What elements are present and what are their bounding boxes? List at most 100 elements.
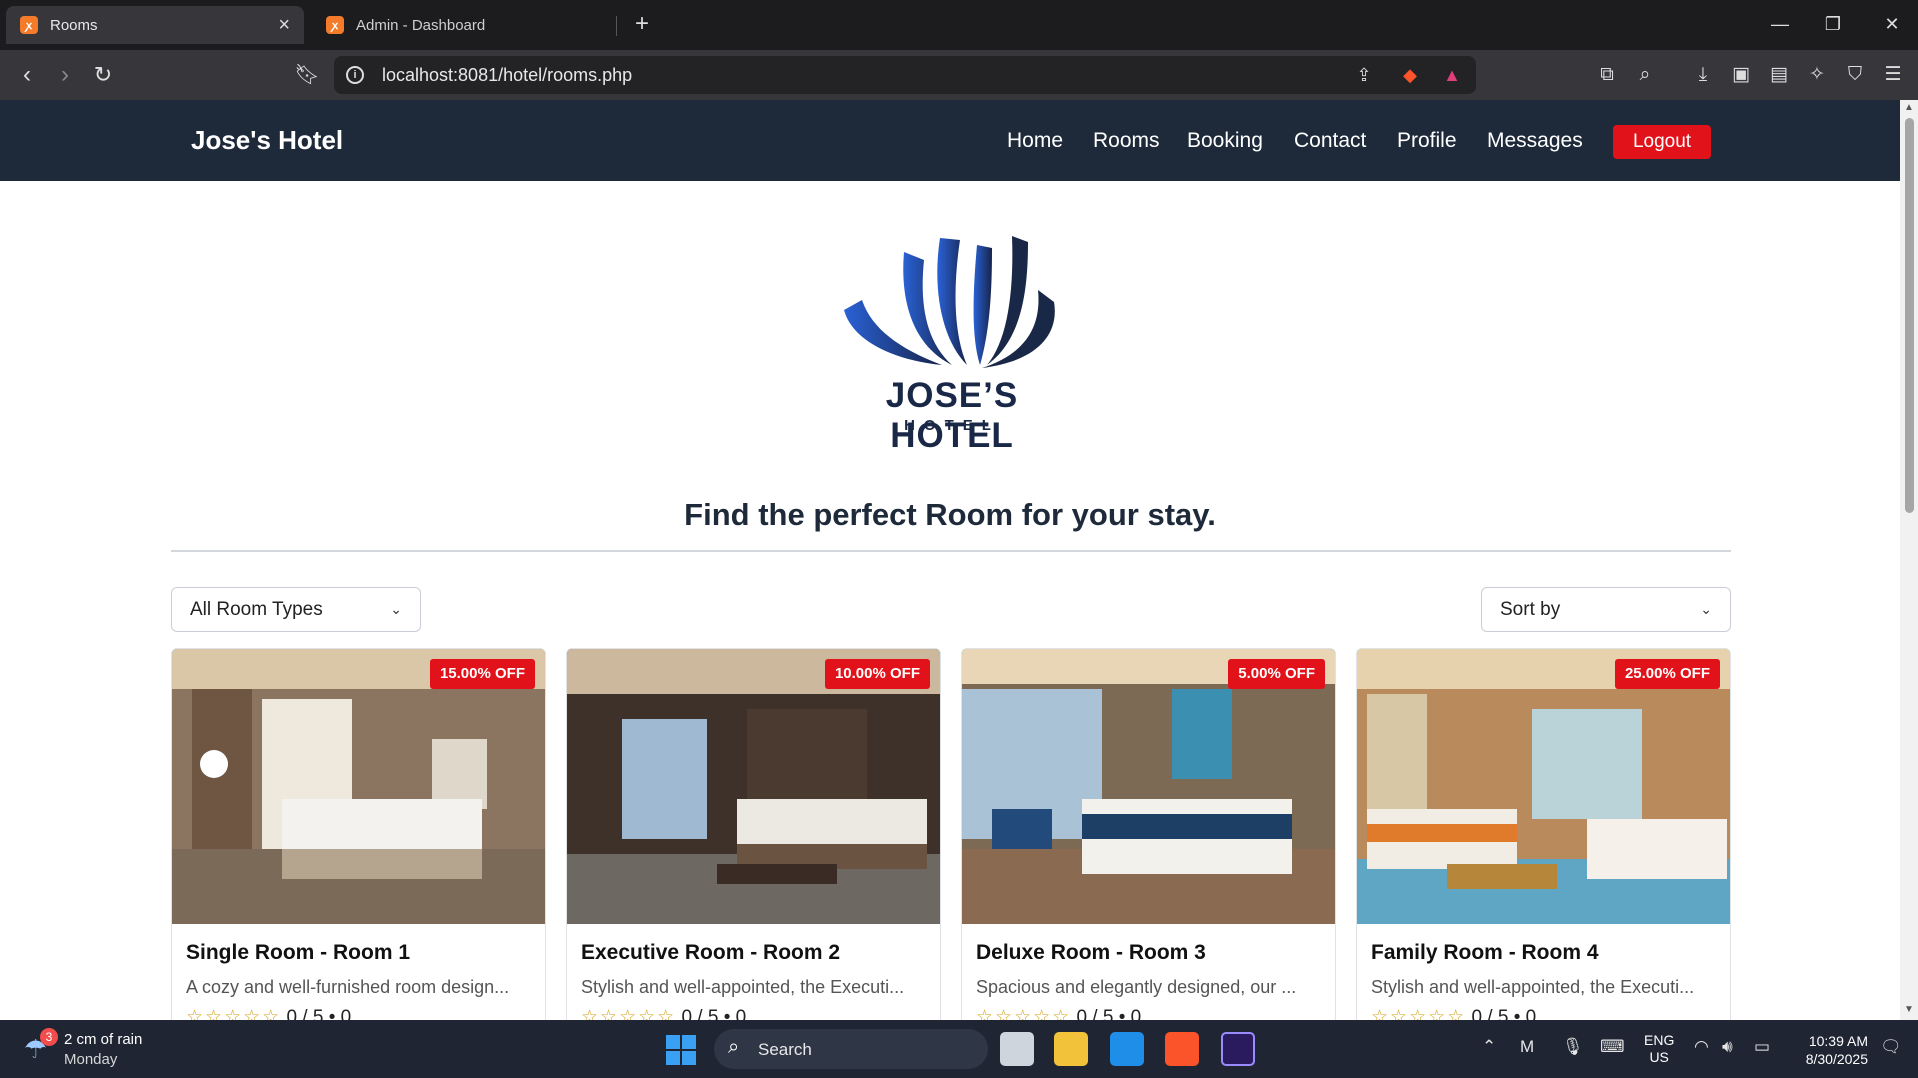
keyboard-icon[interactable]: ⌨ <box>1600 1037 1625 1057</box>
room-card[interactable]: 25.00% OFF Family Room - Room 4 Stylish … <box>1356 648 1731 1020</box>
taskbar-search[interactable]: ⌕ Search <box>714 1029 988 1069</box>
tab-admin-dashboard[interactable]: ꭗ Admin - Dashboard <box>312 6 616 44</box>
notification-icon[interactable]: 🗨︎ <box>1880 1037 1902 1057</box>
site-navbar: Jose's Hotel Home Rooms Booking Contact … <box>0 100 1900 181</box>
review-count: 0 <box>340 1007 352 1020</box>
vscode-icon[interactable] <box>1110 1032 1144 1066</box>
logout-button[interactable]: Logout <box>1613 125 1711 159</box>
room-card[interactable]: 10.00% OFF Executive Room - Room 2 Styli… <box>566 648 941 1020</box>
url-text[interactable]: localhost:8081/hotel/rooms.php <box>382 65 632 86</box>
xampp-favicon-icon: ꭗ <box>20 16 38 34</box>
room-rating: ☆☆☆☆☆ 0 / 5 • 0 <box>581 1006 746 1020</box>
sort-select[interactable]: Sort by ⌄ <box>1481 587 1731 632</box>
rating-score: 0 / 5 <box>286 1007 324 1020</box>
brave-shields-icon[interactable]: ◆ <box>1398 63 1422 87</box>
room-photo <box>567 649 940 924</box>
xampp-favicon-icon: ꭗ <box>326 16 344 34</box>
language-indicator[interactable]: ENG US <box>1644 1032 1674 1066</box>
dot-separator: • <box>723 1007 736 1020</box>
battery-icon[interactable]: ▭ <box>1754 1037 1770 1057</box>
page-search-icon[interactable]: ⌕ <box>1632 62 1658 88</box>
volume-icon[interactable]: 🔊︎ <box>1722 1037 1733 1057</box>
sort-selected: Sort by <box>1500 598 1561 620</box>
minimize-icon[interactable]: — <box>1760 10 1800 38</box>
room-card[interactable]: 15.00% OFF Single Room - Room 1 A cozy a… <box>171 648 546 1020</box>
back-icon[interactable]: ‹ <box>12 60 42 90</box>
room-title[interactable]: Single Room - Room 1 <box>186 941 410 965</box>
room-rating: ☆☆☆☆☆ 0 / 5 • 0 <box>976 1006 1141 1020</box>
chevron-up-icon[interactable]: ⌃ <box>1482 1037 1496 1057</box>
star-rating-icon: ☆☆☆☆☆ <box>976 1007 1072 1020</box>
bookmark-icon[interactable]: 🔖︎ <box>292 60 322 90</box>
nav-booking[interactable]: Booking <box>1187 129 1263 153</box>
weather-badge: 3 <box>40 1028 58 1046</box>
review-count: 0 <box>735 1007 747 1020</box>
tab-title: Admin - Dashboard <box>356 16 486 34</box>
download-icon[interactable]: ⤓ <box>1690 62 1716 88</box>
nav-rooms[interactable]: Rooms <box>1093 129 1160 153</box>
room-description: Stylish and well-appointed, the Executi.… <box>581 977 905 997</box>
file-explorer-icon[interactable] <box>1054 1032 1088 1066</box>
windows-taskbar: ☂ 3 2 cm of rain Monday ⌕ Search ⌃ M 🎙︎ … <box>0 1020 1918 1078</box>
menu-icon[interactable]: ☰ <box>1880 62 1906 88</box>
room-title[interactable]: Deluxe Room - Room 3 <box>976 941 1206 965</box>
star-rating-icon: ☆☆☆☆☆ <box>1371 1007 1467 1020</box>
address-bar[interactable]: i localhost:8081/hotel/rooms.php ⇪ ◆ ▲ <box>334 56 1476 94</box>
room-photo <box>962 649 1335 924</box>
room-card[interactable]: 5.00% OFF Deluxe Room - Room 3 Spacious … <box>961 648 1336 1020</box>
room-type-select[interactable]: All Room Types ⌄ <box>171 587 421 632</box>
search-icon: ⌕ <box>728 1036 740 1058</box>
leo-ai-icon[interactable]: ✧ <box>1804 62 1830 88</box>
room-title[interactable]: Family Room - Room 4 <box>1371 941 1599 965</box>
clock-time: 10:39 AM <box>1808 1033 1868 1049</box>
review-count: 0 <box>1130 1007 1142 1020</box>
scroll-thumb[interactable] <box>1905 118 1914 513</box>
close-icon[interactable]: × <box>278 14 290 37</box>
clock-date: 8/30/2025 <box>1805 1051 1868 1067</box>
restore-icon[interactable]: ❐ <box>1813 10 1853 38</box>
microphone-icon[interactable]: 🎙︎ <box>1562 1037 1584 1057</box>
divider <box>171 550 1731 552</box>
sidebar-icon[interactable]: ▣ <box>1728 62 1754 88</box>
gmail-tray-icon[interactable]: M <box>1520 1037 1534 1057</box>
scroll-up-icon[interactable]: ▲ <box>1904 102 1914 113</box>
star-rating-icon: ☆☆☆☆☆ <box>186 1007 282 1020</box>
vpn-shield-icon[interactable]: ⛉ <box>1842 62 1868 88</box>
reload-icon[interactable]: ↻ <box>88 60 118 90</box>
nav-messages[interactable]: Messages <box>1487 129 1583 153</box>
lang-region: US <box>1649 1049 1669 1065</box>
brave-browser-icon[interactable] <box>1165 1032 1199 1066</box>
room-description: Stylish and well-appointed, the Executi.… <box>1371 977 1695 997</box>
brave-rewards-icon[interactable]: ▲ <box>1440 63 1464 87</box>
discount-badge: 10.00% OFF <box>824 659 930 689</box>
nav-home[interactable]: Home <box>1007 129 1063 153</box>
wallet-icon[interactable]: ▤ <box>1766 62 1792 88</box>
tab-separator <box>616 16 617 36</box>
dot-separator: • <box>328 1007 341 1020</box>
discount-badge: 15.00% OFF <box>429 659 535 689</box>
nav-profile[interactable]: Profile <box>1397 129 1457 153</box>
weather-summary[interactable]: 2 cm of rain <box>64 1031 142 1048</box>
windows-start-icon[interactable] <box>666 1035 696 1065</box>
search-label: Search <box>758 1040 812 1059</box>
nav-contact[interactable]: Contact <box>1294 129 1366 153</box>
room-photo <box>172 649 545 924</box>
close-window-icon[interactable]: ✕ <box>1872 10 1912 38</box>
new-tab-plus-icon[interactable]: + <box>628 10 656 38</box>
scroll-down-icon[interactable]: ▼ <box>1904 1004 1914 1015</box>
site-info-icon[interactable]: i <box>346 66 364 84</box>
wifi-icon[interactable]: ◠ <box>1694 1037 1709 1057</box>
page-scrollbar[interactable]: ▲ ▼ <box>1900 100 1918 1020</box>
task-view-icon[interactable] <box>1000 1032 1034 1066</box>
extensions-icon[interactable]: ⧉ <box>1594 62 1620 88</box>
site-brand[interactable]: Jose's Hotel <box>191 125 343 156</box>
dot-separator: • <box>1513 1007 1526 1020</box>
clock[interactable]: 10:39 AM 8/30/2025 <box>1796 1032 1868 1068</box>
discount-badge: 25.00% OFF <box>1614 659 1720 689</box>
room-title[interactable]: Executive Room - Room 2 <box>581 941 840 965</box>
tab-rooms[interactable]: ꭗ Rooms × <box>6 6 304 44</box>
room-type-selected: All Room Types <box>190 598 323 620</box>
forward-icon[interactable]: › <box>50 60 80 90</box>
share-icon[interactable]: ⇪ <box>1352 63 1376 87</box>
after-effects-icon[interactable] <box>1221 1032 1255 1066</box>
